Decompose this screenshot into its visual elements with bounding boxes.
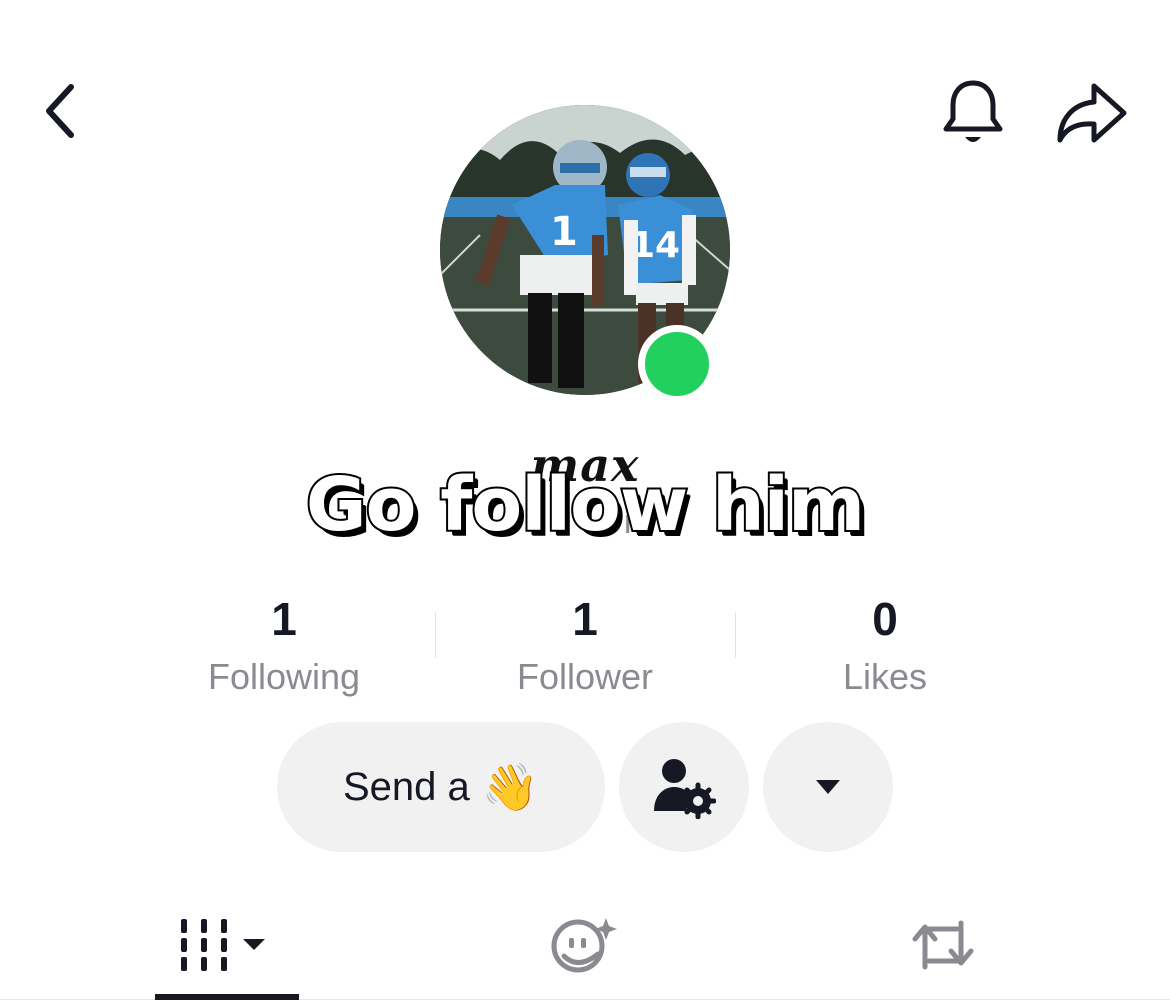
grid-columns-icon	[181, 919, 265, 971]
bell-icon	[943, 80, 1003, 142]
share-button[interactable]	[1052, 76, 1132, 150]
overlay-caption: Go follow him	[304, 460, 867, 550]
tab-reposts[interactable]	[878, 900, 1008, 990]
likes-label: Likes	[842, 656, 928, 697]
profile-avatar[interactable]: 1 14	[440, 105, 730, 403]
online-status-dot	[638, 325, 716, 403]
tab-favorites[interactable]	[520, 900, 650, 990]
send-wave-button[interactable]: Send a 👋	[277, 722, 605, 852]
chevron-left-icon	[46, 84, 74, 138]
send-wave-label: Send a	[342, 764, 470, 809]
following-count: 1	[271, 593, 297, 645]
stat-following[interactable]: 1 Following	[134, 596, 434, 698]
followers-label: Follower	[516, 656, 654, 697]
following-label: Following	[207, 656, 361, 697]
followers-count: 1	[572, 593, 598, 645]
notification-button[interactable]	[936, 75, 1010, 151]
tab-videos[interactable]	[155, 900, 299, 990]
wave-emoji-icon: 👋	[481, 760, 540, 813]
share-arrow-icon	[1057, 83, 1127, 143]
stat-likes[interactable]: 0 Likes	[735, 596, 1035, 698]
caret-down-icon	[816, 780, 840, 794]
stat-followers[interactable]: 1 Follower	[435, 596, 735, 698]
user-gear-icon	[654, 759, 716, 819]
active-tab-indicator	[155, 994, 299, 1000]
more-options-button[interactable]	[763, 722, 893, 852]
face-sparkle-icon	[551, 918, 617, 973]
svg-text:1: 1	[550, 209, 578, 255]
likes-count: 0	[872, 593, 898, 645]
back-button[interactable]	[28, 78, 94, 144]
repost-icon	[912, 920, 974, 970]
manage-profile-button[interactable]	[619, 722, 749, 852]
